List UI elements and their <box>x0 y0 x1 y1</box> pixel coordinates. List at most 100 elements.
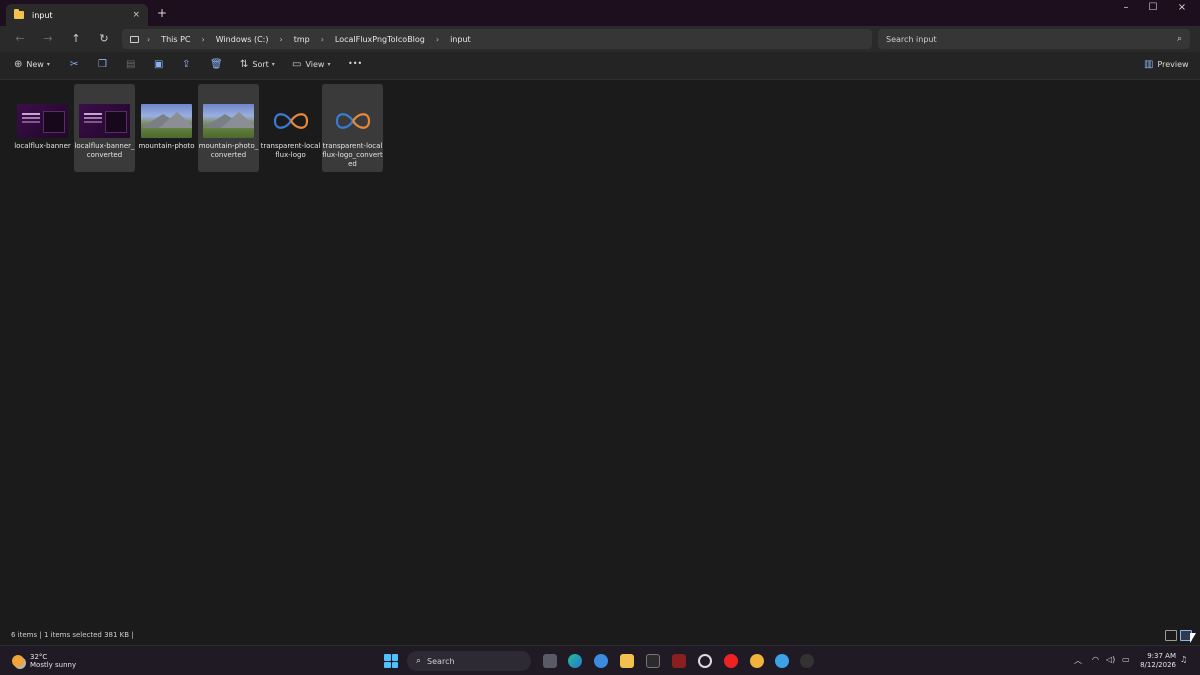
sort-label: Sort <box>252 60 269 69</box>
copy-button[interactable]: ❐ <box>98 59 111 70</box>
paste-button[interactable]: ▤ <box>126 59 139 70</box>
breadcrumb-windows-c[interactable]: Windows (C:) <box>216 35 269 44</box>
trash-icon: 🗑 <box>210 59 223 70</box>
file-explorer-icon[interactable] <box>620 654 634 668</box>
mouse-cursor-icon <box>1190 633 1196 643</box>
chatgpt-icon[interactable] <box>698 654 712 668</box>
breadcrumb-localflux-folder[interactable]: LocalFluxPngToIcoBlog <box>335 35 425 44</box>
file-name: transparent-localflux-logo <box>260 142 321 159</box>
more-options-button[interactable]: ••• <box>348 59 362 68</box>
weather-condition: Mostly sunny <box>30 661 77 669</box>
clipboard-icon: ▤ <box>126 59 136 70</box>
breadcrumb-this-pc[interactable]: This PC <box>161 35 190 44</box>
image-thumbnail <box>141 104 192 138</box>
status-text: 6 items | 1 items selected 381 KB | <box>11 631 134 639</box>
help-icon[interactable] <box>775 654 789 668</box>
breadcrumb-separator-icon[interactable]: › <box>280 35 283 44</box>
rename-button[interactable]: ▣ <box>154 59 167 70</box>
back-button[interactable]: ← <box>12 31 28 47</box>
weather-sun-icon <box>12 655 24 667</box>
volume-icon[interactable]: ◁) <box>1106 655 1115 664</box>
title-bar: input × + – ☐ × <box>0 0 1200 26</box>
app-icon[interactable] <box>594 654 608 668</box>
file-name: localflux-banner_converted <box>74 142 135 159</box>
app-icon[interactable] <box>672 654 686 668</box>
taskbar-search[interactable]: ⌕ Search <box>407 651 531 671</box>
view-icon: ▭ <box>292 59 302 70</box>
chevron-down-icon: ▾ <box>46 61 50 68</box>
refresh-button[interactable]: ↻ <box>96 31 112 47</box>
weather-temperature: 32°C <box>30 653 48 661</box>
share-button[interactable]: ⇪ <box>182 59 194 70</box>
view-label: View <box>305 60 325 69</box>
scissors-icon: ✂ <box>70 59 79 70</box>
file-view[interactable]: localflux-banner localflux-banner_conver… <box>0 80 1200 628</box>
infinity-logo-icon <box>273 113 308 129</box>
copy-icon: ❐ <box>98 59 107 70</box>
windows-logo-icon <box>384 654 391 661</box>
breadcrumb-separator-icon[interactable]: › <box>436 35 439 44</box>
file-item[interactable]: mountain-photo <box>136 84 197 172</box>
plus-circle-icon: ⊕ <box>14 59 23 70</box>
chevron-down-icon: ▾ <box>271 61 275 68</box>
sort-button[interactable]: ⇅ Sort ▾ <box>240 59 275 70</box>
search-icon[interactable]: ⌕ <box>1177 34 1182 44</box>
app-icon[interactable] <box>800 654 814 668</box>
breadcrumb-separator-icon[interactable]: › <box>202 35 205 44</box>
new-button[interactable]: ⊕ New ▾ <box>14 59 50 70</box>
file-item[interactable]: mountain-photo_converted <box>198 84 259 172</box>
delete-button[interactable]: 🗑 <box>210 59 227 70</box>
edge-browser-icon[interactable] <box>568 654 582 668</box>
tab-title: input <box>32 10 53 20</box>
search-box[interactable]: Search input ⌕ <box>878 29 1190 49</box>
file-item[interactable]: localflux-banner <box>12 84 73 172</box>
taskbar-search-input[interactable]: Search <box>427 657 454 666</box>
weather-widget[interactable]: 32°C Mostly sunny <box>12 653 76 669</box>
terminal-icon[interactable] <box>646 654 660 668</box>
file-name: mountain-photo_converted <box>198 142 259 159</box>
clock[interactable]: 9:37 AM 8/12/2026 <box>1140 652 1176 670</box>
breadcrumb-separator-icon[interactable]: › <box>321 35 324 44</box>
task-view-icon[interactable] <box>543 654 557 668</box>
clock-time: 9:37 AM <box>1147 652 1176 660</box>
tab-input[interactable]: input × <box>6 4 148 26</box>
chevron-up-icon[interactable]: ︿ <box>1074 655 1082 666</box>
new-tab-button[interactable]: + <box>157 6 167 20</box>
file-item[interactable]: localflux-banner_converted <box>74 84 135 172</box>
image-thumbnail <box>327 104 378 138</box>
close-window-button[interactable]: × <box>1172 2 1192 13</box>
hand-app-icon[interactable] <box>750 654 764 668</box>
taskbar: 32°C Mostly sunny ⌕ Search ︿ ◠ ◁) ▭ 9:37… <box>0 645 1200 675</box>
computer-icon <box>130 35 139 43</box>
up-button[interactable]: ↑ <box>68 31 84 47</box>
battery-icon[interactable]: ▭ <box>1122 655 1130 664</box>
breadcrumb-input[interactable]: input <box>450 35 471 44</box>
wifi-icon[interactable]: ◠ <box>1092 655 1099 664</box>
address-bar[interactable]: › This PC › Windows (C:) › tmp › LocalFl… <box>122 29 872 49</box>
breadcrumb-tmp[interactable]: tmp <box>294 35 310 44</box>
tab-close-button[interactable]: × <box>132 10 140 20</box>
search-input[interactable]: Search input <box>886 35 1177 44</box>
preview-button[interactable]: ▥ Preview <box>1144 59 1189 70</box>
preview-label: Preview <box>1157 60 1189 69</box>
search-icon: ⌕ <box>416 656 422 666</box>
start-button[interactable] <box>384 654 398 668</box>
image-thumbnail <box>265 104 316 138</box>
details-view-button[interactable] <box>1165 630 1177 641</box>
maximize-button[interactable]: ☐ <box>1143 2 1163 13</box>
file-item[interactable]: transparent-localflux-logo_converted <box>322 84 383 172</box>
file-name: mountain-photo <box>138 142 195 150</box>
file-item[interactable]: transparent-localflux-logo <box>260 84 321 172</box>
forward-button[interactable]: → <box>40 31 56 47</box>
minimize-button[interactable]: – <box>1116 2 1136 13</box>
command-bar: ⊕ New ▾ ✂ ❐ ▤ ▣ ⇪ 🗑 ⇅ Sort ▾ ▭ View ▾ ••… <box>0 52 1200 80</box>
folder-icon <box>14 9 24 19</box>
address-row: ← → ↑ ↻ › This PC › Windows (C:) › tmp ›… <box>0 26 1200 52</box>
image-thumbnail <box>203 104 254 138</box>
youtube-icon[interactable] <box>724 654 738 668</box>
more-icon: ••• <box>348 59 363 68</box>
notification-bell-icon[interactable]: ♫ <box>1180 655 1187 664</box>
cut-button[interactable]: ✂ <box>70 59 82 70</box>
view-button[interactable]: ▭ View ▾ <box>292 59 330 70</box>
clock-date: 8/12/2026 <box>1140 661 1176 669</box>
